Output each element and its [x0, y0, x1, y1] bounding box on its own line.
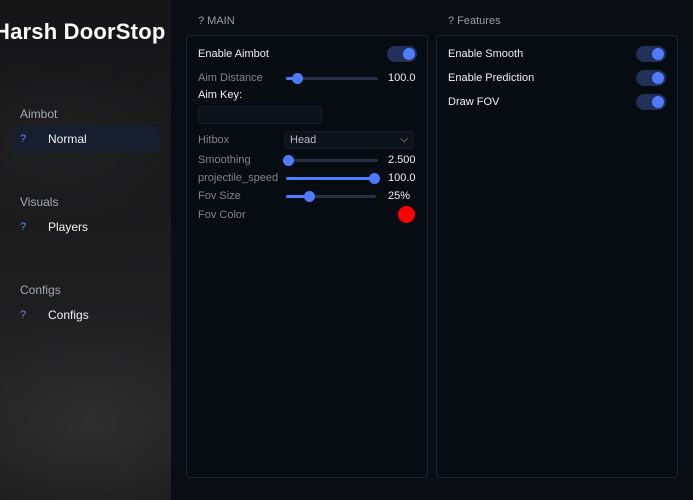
hitbox-select[interactable]: Head ⌵: [284, 131, 414, 149]
sidebar-item-label: Normal: [48, 132, 87, 146]
main-panel: Enable Aimbot Aim Distance 100.0 Aim Key…: [186, 35, 428, 478]
draw-fov-toggle[interactable]: [636, 94, 666, 110]
enable-smooth-toggle[interactable]: [636, 46, 666, 62]
main-panel-title: ? MAIN: [198, 15, 235, 27]
enable-aimbot-toggle[interactable]: [387, 46, 417, 62]
help-icon: ?: [20, 309, 27, 321]
slider-fill: [286, 177, 374, 180]
enable-smooth-label: Enable Smooth: [448, 48, 524, 60]
features-panel-title: ? Features: [448, 15, 501, 27]
hitbox-selected-value: Head: [290, 134, 317, 146]
projectile-speed-value: 100.0: [388, 172, 416, 184]
aim-distance-value: 100.0: [388, 72, 416, 84]
features-panel: Enable Smooth Enable Prediction Draw FOV: [436, 35, 678, 478]
draw-fov-label: Draw FOV: [448, 96, 500, 108]
toggle-knob: [652, 96, 664, 108]
help-icon: ?: [20, 221, 27, 233]
aim-distance-slider[interactable]: [286, 73, 378, 84]
aim-key-input[interactable]: [198, 106, 322, 124]
slider-thumb[interactable]: [369, 173, 380, 184]
toggle-knob: [652, 48, 664, 60]
fov-size-slider[interactable]: [286, 191, 376, 202]
aim-key-label: Aim Key:: [198, 89, 243, 101]
sidebar-section-visuals: Visuals: [20, 195, 59, 209]
sidebar-item-label: Players: [48, 220, 89, 234]
enable-prediction-label: Enable Prediction: [448, 72, 535, 84]
app-title: Harsh DoorStop: [0, 19, 166, 44]
toggle-knob: [652, 72, 664, 84]
smoothing-slider[interactable]: [283, 155, 378, 166]
chevron-down-icon: ⌵: [400, 134, 408, 145]
sidebar-item-normal[interactable]: ? Normal: [12, 126, 160, 152]
sidebar: Harsh DoorStop Aimbot ? Normal Visuals ?…: [0, 0, 171, 500]
slider-thumb[interactable]: [303, 191, 315, 202]
fov-size-value: 25%: [388, 190, 411, 202]
projectile-speed-slider[interactable]: [286, 173, 380, 184]
fov-color-swatch[interactable]: [398, 206, 415, 223]
slider-thumb[interactable]: [283, 155, 294, 166]
projectile-speed-label: projectile_speed: [198, 172, 279, 184]
toggle-knob: [403, 48, 415, 60]
smoothing-value: 2.500: [388, 154, 416, 166]
help-icon: ?: [20, 133, 27, 145]
sidebar-item-configs[interactable]: ? Configs: [12, 302, 160, 328]
fov-color-label: Fov Color: [198, 209, 246, 221]
enable-aimbot-label: Enable Aimbot: [198, 48, 269, 60]
enable-prediction-toggle[interactable]: [636, 70, 666, 86]
main-area: ? MAIN Enable Aimbot Aim Distance 100.0 …: [171, 0, 693, 500]
smoothing-label: Smoothing: [198, 154, 251, 166]
hitbox-label: Hitbox: [198, 134, 230, 146]
aim-distance-label: Aim Distance: [198, 72, 263, 84]
slider-thumb[interactable]: [292, 73, 304, 84]
sidebar-section-configs: Configs: [20, 283, 61, 297]
fov-size-label: Fov Size: [198, 190, 241, 202]
sidebar-section-aimbot: Aimbot: [20, 107, 58, 121]
sidebar-item-label: Configs: [48, 308, 89, 322]
sidebar-item-players[interactable]: ? Players: [12, 214, 160, 240]
